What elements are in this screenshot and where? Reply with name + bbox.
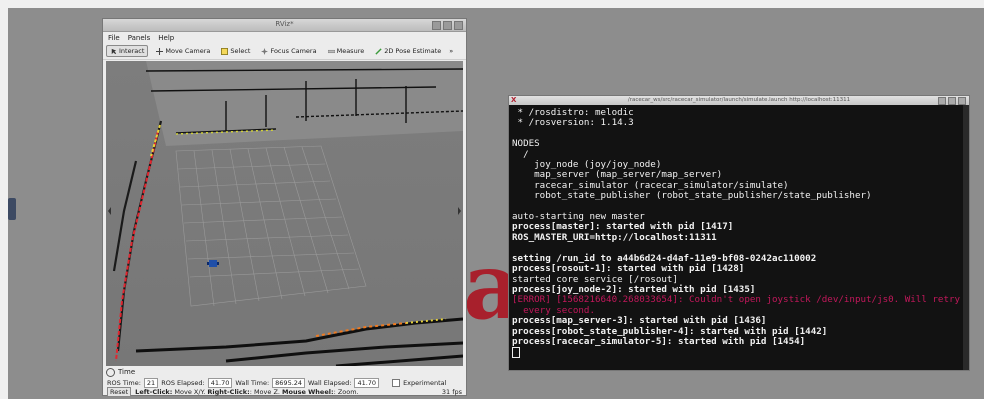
rviz-title: RViz* — [275, 20, 294, 28]
ros-elapsed-label: ROS Elapsed: — [161, 378, 205, 387]
terminal-titlebar[interactable]: X /racecar_ws/src/racecar_simulator/laun… — [509, 96, 969, 105]
mouse-hints: Left-Click: Move X/Y. Right-Click:: Move… — [135, 388, 358, 396]
hint-left-key: Left-Click: — [135, 388, 173, 396]
tool-measure-label: Measure — [336, 47, 365, 55]
ros-time-value: 21 — [143, 377, 159, 388]
time-panel-header: Time — [103, 367, 469, 377]
side-panel-handle[interactable] — [8, 198, 16, 220]
more-tools-chevron-icon[interactable]: » — [449, 47, 453, 55]
menu-help[interactable]: Help — [158, 34, 174, 42]
hint-right: : Move Z. — [249, 388, 283, 396]
tool-focus-camera[interactable]: Focus Camera — [258, 46, 319, 56]
menu-panels[interactable]: Panels — [128, 34, 151, 42]
terminal-title: /racecar_ws/src/racecar_simulator/launch… — [627, 97, 851, 103]
wall-time-value: 8695.24 — [272, 377, 306, 388]
close-icon[interactable] — [958, 97, 966, 105]
terminal-line: * /rosversion: 1.14.3 — [512, 117, 634, 129]
tool-move-camera-label: Move Camera — [165, 47, 211, 55]
terminal-line: process[map_server-3]: started with pid … — [512, 315, 767, 327]
minimize-icon[interactable] — [432, 21, 441, 30]
fps-counter: 31 fps — [441, 388, 462, 396]
rviz-menubar: File Panels Help — [103, 32, 466, 43]
cursor-icon — [512, 347, 520, 359]
rviz-toolbar: Interact Move Camera Select Focus Camera… — [103, 43, 466, 60]
select-icon — [221, 47, 229, 55]
terminal-line: NODES — [512, 138, 540, 150]
tool-2d-pose-estimate-label: 2D Pose Estimate — [384, 47, 442, 55]
tool-select-label: Select — [230, 47, 251, 55]
maximize-icon[interactable] — [443, 21, 452, 30]
terminal-line: process[rosout-1]: started with pid [142… — [512, 263, 745, 275]
terminal-window[interactable]: X /racecar_ws/src/racecar_simulator/laun… — [508, 95, 970, 371]
ros-elapsed-value: 41.70 — [207, 377, 233, 388]
hint-left: Move X/Y. — [172, 388, 208, 396]
tool-interact-label: Interact — [119, 47, 145, 55]
tool-focus-camera-label: Focus Camera — [270, 47, 317, 55]
wall-elapsed-label: Wall Elapsed: — [308, 378, 352, 387]
terminal-line: robot_state_publisher (robot_state_publi… — [512, 190, 872, 202]
focus-camera-icon — [261, 47, 269, 55]
tool-interact[interactable]: Interact — [106, 45, 149, 57]
clock-icon — [106, 367, 115, 377]
rviz-titlebar[interactable]: RViz* — [103, 19, 466, 32]
tool-measure[interactable]: Measure — [325, 46, 368, 56]
tool-2d-pose-estimate[interactable]: 2D Pose Estimate — [372, 46, 444, 56]
ros-time-label: ROS Time: — [107, 378, 141, 387]
tool-select[interactable]: Select — [218, 46, 253, 56]
terminal-line: ROS_MASTER_URI=http://localhost:11311 — [512, 231, 717, 243]
desktop-left-panel — [0, 8, 8, 399]
pose-estimate-icon — [375, 47, 382, 55]
rviz-3d-viewport[interactable] — [106, 61, 463, 366]
wall-elapsed-value: 41.70 — [354, 377, 380, 388]
measure-icon — [327, 49, 335, 53]
experimental-checkbox[interactable] — [392, 378, 401, 387]
maximize-icon[interactable] — [948, 97, 956, 105]
terminal-line: process[racecar_simulator-5]: started wi… — [512, 335, 806, 347]
status-bar: Reset Left-Click: Move X/Y. Right-Click:… — [103, 387, 470, 397]
terminal-scrollbar[interactable] — [963, 105, 969, 370]
terminal-prompt[interactable] — [512, 347, 961, 359]
minimize-icon[interactable] — [938, 97, 946, 105]
hint-right-key: Right-Click: — [207, 388, 250, 396]
interact-icon — [111, 48, 117, 54]
tool-move-camera[interactable]: Move Camera — [153, 46, 213, 56]
experimental-label: Experimental — [403, 378, 447, 387]
terminal-output[interactable]: * /rosdistro: melodic * /rosversion: 1.1… — [512, 108, 961, 368]
time-panel-title: Time — [118, 368, 136, 376]
menu-file[interactable]: File — [108, 34, 120, 42]
move-camera-icon — [156, 47, 164, 55]
desktop-top-panel — [0, 0, 984, 8]
hint-wheel-key: Mouse Wheel: — [282, 388, 334, 396]
rviz-window[interactable]: RViz* File Panels Help Interact Move Cam… — [102, 18, 470, 397]
reset-button[interactable]: Reset — [107, 387, 132, 397]
wall-time-label: Wall Time: — [235, 378, 270, 387]
close-icon[interactable] — [454, 21, 463, 30]
hint-wheel: : Zoom. — [333, 388, 359, 396]
occupancy-map — [106, 61, 463, 366]
